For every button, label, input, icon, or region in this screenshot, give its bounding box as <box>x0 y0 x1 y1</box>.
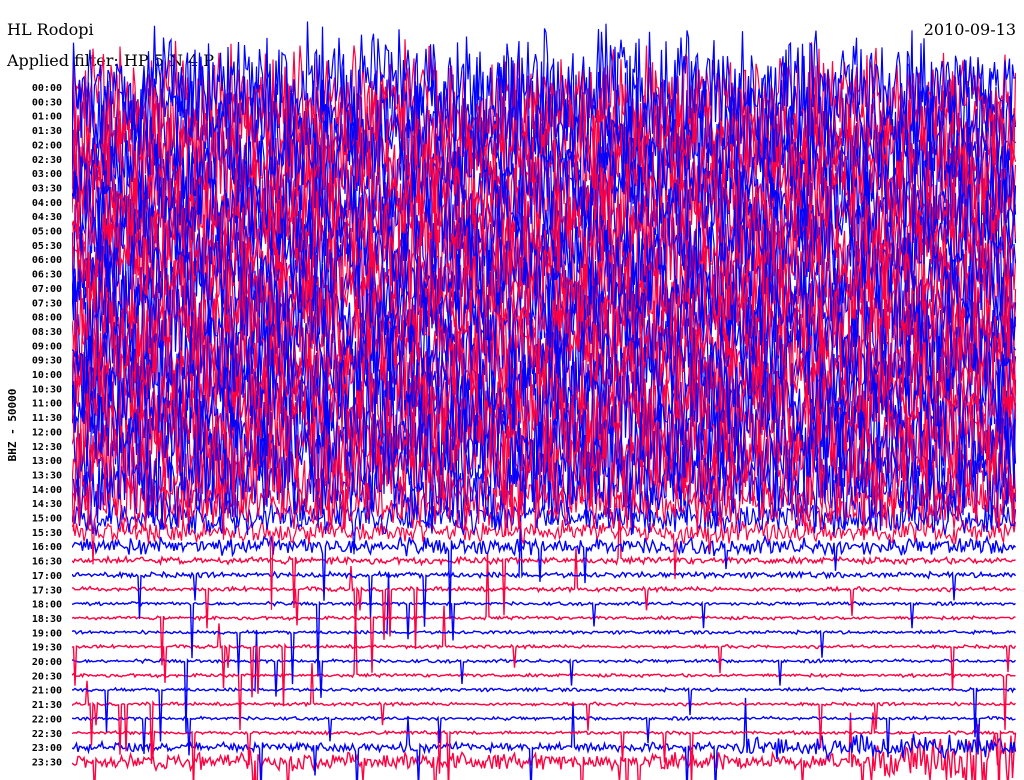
time-tick-label: 08:30 <box>32 327 62 338</box>
time-tick-label: 00:00 <box>32 83 62 94</box>
time-tick-label: 07:30 <box>32 298 62 309</box>
time-tick-label: 10:30 <box>32 384 62 395</box>
time-tick-label: 09:00 <box>32 341 62 352</box>
time-tick-label: 03:00 <box>32 169 62 180</box>
time-tick-label: 21:30 <box>32 700 62 711</box>
time-tick-label: 08:00 <box>32 313 62 324</box>
time-tick-label: 02:30 <box>32 155 62 166</box>
time-tick-label: 09:30 <box>32 356 62 367</box>
time-tick-label: 23:30 <box>32 757 62 768</box>
time-tick-label: 13:30 <box>32 470 62 481</box>
time-tick-label: 07:00 <box>32 284 62 295</box>
time-tick-label: 14:30 <box>32 499 62 510</box>
time-tick-label: 04:00 <box>32 198 62 209</box>
time-tick-label: 11:00 <box>32 399 62 410</box>
time-tick-label: 04:30 <box>32 212 62 223</box>
time-tick-label: 18:30 <box>32 614 62 625</box>
trace-2030 <box>72 609 1016 731</box>
time-tick-label: 19:30 <box>32 643 62 654</box>
time-tick-label: 01:00 <box>32 112 62 123</box>
time-tick-label: 12:00 <box>32 427 62 438</box>
time-tick-label: 17:30 <box>32 585 62 596</box>
helicorder-plot: 00:00 00:30 01:00 01:30 02:00 02:30 03:00 03:30… <box>6 21 1017 780</box>
trace-1930 <box>72 605 1017 707</box>
time-tick-label: 23:00 <box>32 743 62 754</box>
time-tick-label: 11:30 <box>32 413 62 424</box>
time-tick-label: 06:00 <box>32 255 62 266</box>
time-tick-label: 12:30 <box>32 442 62 453</box>
time-tick-label: 05:30 <box>32 241 62 252</box>
time-tick-label: 20:30 <box>32 671 62 682</box>
y-axis-label: BHZ - 50000 <box>6 389 19 462</box>
trace-1730 <box>72 548 1016 650</box>
time-tick-label: 14:00 <box>32 485 62 496</box>
time-tick-label: 06:30 <box>32 270 62 281</box>
time-tick-label: 22:30 <box>32 729 62 740</box>
trace-1800 <box>72 600 1016 676</box>
time-tick-label: 02:00 <box>32 140 62 151</box>
time-tick-label: 10:00 <box>32 370 62 381</box>
time-tick-label: 16:30 <box>32 557 62 568</box>
time-tick-label: 19:00 <box>32 628 62 639</box>
time-tick-label: 22:00 <box>32 714 62 725</box>
time-tick-label: 16:00 <box>32 542 62 553</box>
time-tick-label: 03:30 <box>32 183 62 194</box>
station-title: HL Rodopi <box>7 20 94 39</box>
trace-1600 <box>72 533 1017 618</box>
time-tick-label: 01:30 <box>32 126 62 137</box>
time-tick-label: 00:30 <box>32 97 62 108</box>
time-tick-label: 05:00 <box>32 227 62 238</box>
time-tick-label: 13:00 <box>32 456 62 467</box>
time-tick-label: 15:00 <box>32 514 62 525</box>
trace-1830 <box>72 552 1016 673</box>
time-tick-label: 18:00 <box>32 600 62 611</box>
time-tick-label: 20:00 <box>32 657 62 668</box>
time-tick-label: 21:00 <box>32 686 62 697</box>
time-tick-label: 15:30 <box>32 528 62 539</box>
date-label: 2010-09-13 <box>923 20 1016 39</box>
time-tick-label: 17:00 <box>32 571 62 582</box>
